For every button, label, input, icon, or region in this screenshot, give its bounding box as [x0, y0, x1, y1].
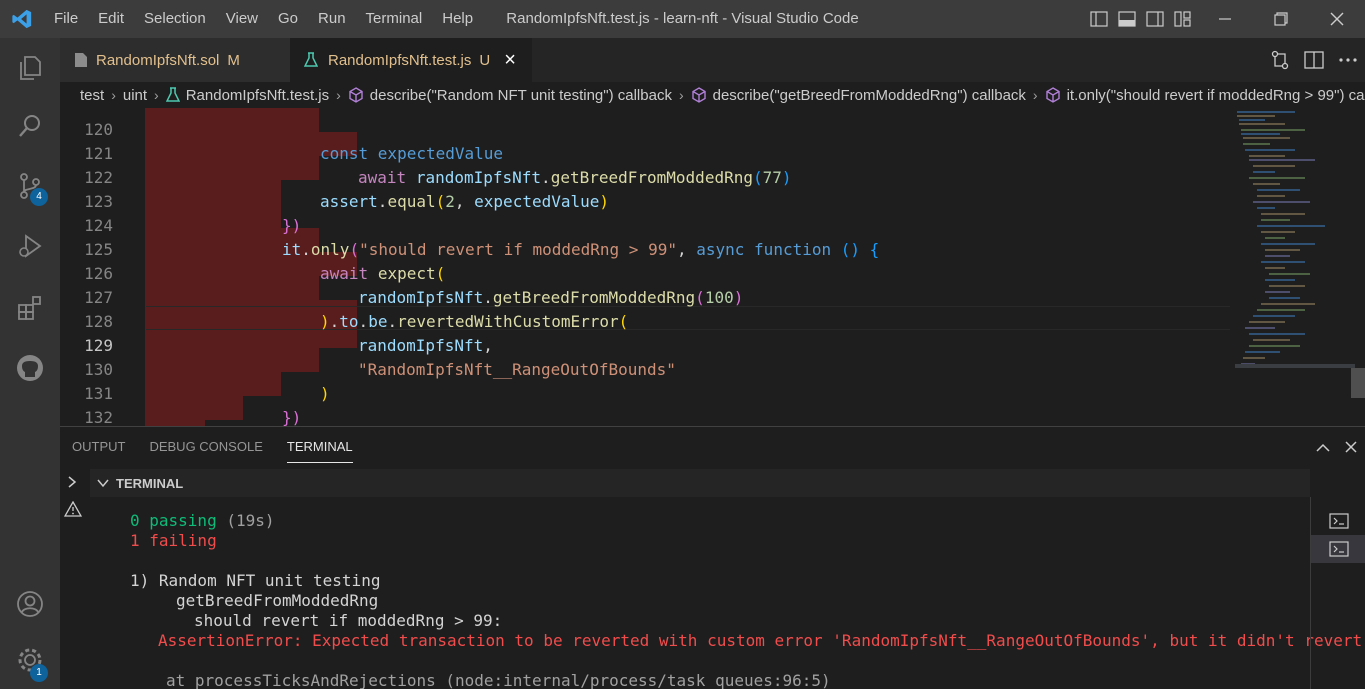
code-line: 128 randomIpfsNft,	[60, 286, 1230, 355]
breadcrumb: test › uint › RandomIpfsNft.test.js › de…	[60, 82, 1365, 108]
menu-help[interactable]: Help	[432, 0, 483, 38]
minimize-icon[interactable]	[1197, 0, 1253, 38]
terminal-line: AssertionError: Expected transaction to …	[158, 631, 1363, 650]
terminal-side-gutter	[60, 469, 90, 689]
tab-terminal[interactable]: TERMINAL	[275, 427, 365, 467]
chevron-right-icon: ›	[1032, 87, 1038, 103]
code-line: 125 await expect(	[60, 214, 1230, 283]
chevron-right-icon: ›	[111, 87, 116, 103]
split-editor-icon[interactable]	[1297, 38, 1331, 82]
breadcrumb-item[interactable]: RandomIpfsNft.test.js	[186, 87, 329, 104]
breadcrumb-item[interactable]: describe("getBreedFromModdedRng") callba…	[713, 87, 1026, 104]
maximize-panel-icon[interactable]	[1309, 427, 1337, 467]
test-flask-icon	[165, 87, 180, 103]
tab-label: RandomIpfsNft.test.js	[328, 51, 472, 69]
code-editor[interactable]: 120 const expectedValue 121 await random…	[60, 108, 1365, 426]
title-bar: File Edit Selection View Go Run Terminal…	[0, 0, 1365, 38]
code-line: 127 ).to.be.revertedWithCustomError(	[60, 262, 1230, 331]
code-line: 132 })	[84, 408, 113, 426]
code-line: 121 await randomIpfsNft.getBreedFromModd…	[60, 118, 1230, 187]
code-line: 126 randomIpfsNft.getBreedFromModdedRng(…	[60, 238, 1230, 307]
toggle-secondary-sidebar-icon[interactable]	[1141, 0, 1169, 38]
editor-scrollbar[interactable]	[1351, 368, 1365, 398]
method-cube-icon	[1045, 87, 1061, 103]
menu-selection[interactable]: Selection	[134, 0, 216, 38]
breadcrumb-item[interactable]: test	[80, 87, 104, 104]
terminal-line: at processTicksAndRejections (node:inter…	[166, 671, 831, 689]
code-line: 124 it.only("should revert if moddedRng …	[60, 190, 1230, 259]
accounts-icon[interactable]	[0, 578, 60, 630]
chevron-right-icon[interactable]	[66, 475, 78, 494]
terminal-instance-icon[interactable]	[1311, 507, 1365, 535]
terminal-line: 0 passing (19s)	[130, 511, 275, 530]
tab-debug-console[interactable]: DEBUG CONSOLE	[137, 427, 274, 467]
minimap[interactable]	[1235, 108, 1355, 408]
source-control-badge: 4	[30, 188, 48, 206]
chevron-right-icon: ›	[678, 87, 684, 103]
code-line: 130 )	[84, 360, 330, 403]
tab-status: M	[227, 51, 240, 69]
toggle-panel-icon[interactable]	[1113, 0, 1141, 38]
customize-layout-icon[interactable]	[1169, 0, 1197, 38]
extensions-icon[interactable]	[0, 282, 60, 334]
open-changes-icon[interactable]	[1263, 38, 1297, 82]
tab-randomipfsnft-test-js[interactable]: RandomIpfsNft.test.js U ×	[290, 38, 532, 82]
breadcrumb-item[interactable]: it.only("should revert if moddedRng > 99…	[1067, 87, 1365, 104]
terminal-line: should revert if moddedRng > 99:	[194, 611, 503, 630]
tab-output[interactable]: OUTPUT	[60, 427, 137, 467]
breadcrumb-item[interactable]: uint	[123, 87, 147, 104]
vscode-logo-icon	[0, 0, 44, 38]
close-window-icon[interactable]	[1309, 0, 1365, 38]
chevron-down-icon	[96, 478, 110, 488]
terminal-line: 1) Random NFT unit testing	[130, 571, 381, 590]
code-line: 133 })	[60, 406, 1230, 426]
toggle-primary-sidebar-icon[interactable]	[1085, 0, 1113, 38]
tab-label: RandomIpfsNft.sol	[96, 51, 220, 69]
menu-file[interactable]: File	[44, 0, 88, 38]
terminal-section-header[interactable]: TERMINAL	[90, 469, 1310, 497]
menu-view[interactable]: View	[216, 0, 268, 38]
close-tab-icon[interactable]: ×	[504, 49, 516, 72]
code-line: 120 const expectedValue	[84, 120, 504, 163]
file-icon	[74, 52, 88, 68]
tab-status: U	[479, 51, 491, 69]
explorer-icon[interactable]	[0, 42, 60, 94]
restore-icon[interactable]	[1253, 0, 1309, 38]
code-line: 129 "RandomIpfsNft__RangeOutOfBounds"	[84, 336, 676, 379]
settings-badge: 1	[30, 664, 48, 682]
code-line: 131 })	[84, 384, 302, 426]
terminal-line: getBreedFromModdedRng	[176, 591, 379, 610]
menu-edit[interactable]: Edit	[88, 0, 134, 38]
bottom-panel: OUTPUT DEBUG CONSOLE TERMINAL TERMINAL 0…	[60, 426, 1365, 689]
terminal-list	[1310, 497, 1365, 689]
menu-go[interactable]: Go	[268, 0, 308, 38]
editor-tabs: RandomIpfsNft.sol M RandomIpfsNft.test.j…	[60, 38, 1365, 82]
menu-run[interactable]: Run	[308, 0, 356, 38]
breadcrumb-item[interactable]: describe("Random NFT unit testing") call…	[370, 87, 672, 104]
search-icon[interactable]	[0, 100, 60, 152]
terminal-output[interactable]: 0 passing (19s) 1 failing 1) Random NFT …	[130, 511, 1362, 689]
activity-bar: 4 1	[0, 38, 60, 689]
code-line: 123 })	[84, 192, 302, 235]
close-panel-icon[interactable]	[1337, 427, 1365, 467]
chevron-right-icon: ›	[336, 87, 341, 103]
manage-gear-icon[interactable]: 1	[0, 634, 60, 686]
source-control-icon[interactable]: 4	[0, 160, 60, 212]
github-icon[interactable]	[0, 342, 60, 394]
run-and-debug-icon[interactable]	[0, 220, 60, 272]
test-flask-icon	[304, 52, 318, 68]
method-cube-icon	[348, 87, 364, 103]
code-line: 122 assert.equal(2, expectedValue)	[60, 142, 1230, 211]
more-actions-icon[interactable]	[1331, 38, 1365, 82]
tab-randomipfsnft-sol[interactable]: RandomIpfsNft.sol M	[60, 38, 290, 82]
chevron-right-icon: ›	[154, 87, 159, 103]
warning-icon[interactable]	[63, 500, 83, 522]
menu-bar: File Edit Selection View Go Run Terminal…	[44, 0, 483, 38]
terminal-instance-icon[interactable]	[1311, 535, 1365, 563]
method-cube-icon	[691, 87, 707, 103]
terminal-header-label: TERMINAL	[116, 475, 184, 491]
menu-terminal[interactable]: Terminal	[356, 0, 433, 38]
terminal-line: 1 failing	[130, 531, 217, 550]
